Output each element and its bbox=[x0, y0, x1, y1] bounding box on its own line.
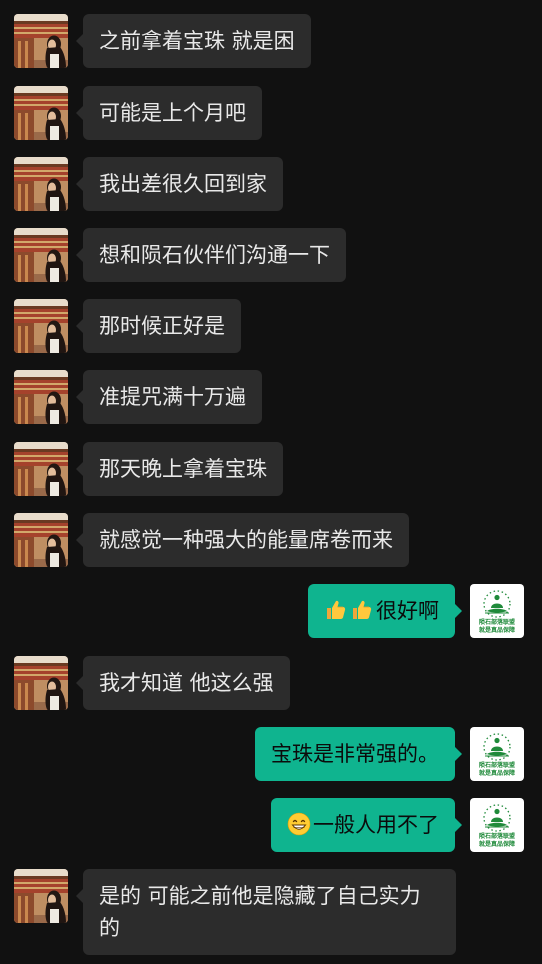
contact-avatar-photo-icon bbox=[14, 442, 68, 496]
message-row-incoming: 之前拿着宝珠 就是困 bbox=[0, 14, 542, 68]
self-avatar[interactable]: 陨石部落联盟 就是真品保障 bbox=[470, 727, 524, 781]
contact-avatar-photo-icon bbox=[14, 86, 68, 140]
contact-avatar[interactable] bbox=[14, 14, 68, 68]
message-bubble[interactable]: 那时候正好是 bbox=[76, 299, 241, 353]
message-row-incoming: 准提咒满十万遍 bbox=[0, 370, 542, 424]
thumbs-up-icon bbox=[350, 598, 374, 622]
message-row-incoming: 是的 可能之前他是隐藏了自己实力的 bbox=[0, 869, 542, 957]
message-bubble[interactable]: 可能是上个月吧 bbox=[76, 86, 262, 140]
contact-avatar[interactable] bbox=[14, 370, 68, 424]
message-text: 宝珠是非常强的。 bbox=[271, 742, 439, 766]
message-text: 一般人用不了 bbox=[313, 813, 439, 837]
message-text: 可能是上个月吧 bbox=[99, 101, 246, 125]
message-text: 之前拿着宝珠 就是困 bbox=[99, 29, 295, 53]
contact-avatar[interactable] bbox=[14, 869, 68, 923]
contact-avatar-photo-icon bbox=[14, 228, 68, 282]
grin-face-icon bbox=[287, 812, 311, 836]
contact-avatar-photo-icon bbox=[14, 370, 68, 424]
self-avatar[interactable]: 陨石部落联盟 就是真品保障 bbox=[470, 584, 524, 638]
message-row-outgoing: 陨石部落联盟 就是真品保障 很好啊 bbox=[0, 584, 542, 638]
message-bubble[interactable]: 很好啊 bbox=[308, 584, 462, 638]
contact-avatar[interactable] bbox=[14, 228, 68, 282]
message-bubble[interactable]: 之前拿着宝珠 就是困 bbox=[76, 14, 311, 68]
avatar-logo-text: 陨石部落联盟 就是真品保障 bbox=[478, 762, 515, 777]
message-row-outgoing: 陨石部落联盟 就是真品保障 宝珠是非常强的。 bbox=[0, 727, 542, 781]
message-row-incoming: 我出差很久回到家 bbox=[0, 157, 542, 211]
self-avatar[interactable]: 陨石部落联盟 就是真品保障 bbox=[470, 798, 524, 852]
message-row-incoming: 可能是上个月吧 bbox=[0, 86, 542, 140]
message-text: 很好啊 bbox=[376, 599, 439, 623]
message-bubble[interactable]: 是的 可能之前他是隐藏了自己实力的 bbox=[76, 869, 456, 955]
contact-avatar-photo-icon bbox=[14, 299, 68, 353]
contact-avatar[interactable] bbox=[14, 442, 68, 496]
message-text: 准提咒满十万遍 bbox=[99, 385, 246, 409]
message-row-incoming: 就感觉一种强大的能量席卷而来 bbox=[0, 513, 542, 567]
contact-avatar[interactable] bbox=[14, 656, 68, 710]
contact-avatar-photo-icon bbox=[14, 513, 68, 567]
contact-avatar-photo-icon bbox=[14, 869, 68, 923]
message-bubble[interactable]: 宝珠是非常强的。 bbox=[255, 727, 462, 781]
avatar-logo-text: 陨石部落联盟 就是真品保障 bbox=[478, 833, 515, 848]
message-bubble[interactable]: 准提咒满十万遍 bbox=[76, 370, 262, 424]
contact-avatar[interactable] bbox=[14, 299, 68, 353]
contact-avatar-photo-icon bbox=[14, 157, 68, 211]
message-bubble[interactable]: 我出差很久回到家 bbox=[76, 157, 283, 211]
message-text: 想和陨石伙伴们沟通一下 bbox=[99, 243, 330, 267]
message-row-incoming: 想和陨石伙伴们沟通一下 bbox=[0, 228, 542, 282]
contact-avatar-photo-icon bbox=[14, 656, 68, 710]
avatar-logo-text: 陨石部落联盟 就是真品保障 bbox=[478, 619, 515, 634]
message-bubble[interactable]: 我才知道 他这么强 bbox=[76, 656, 290, 710]
message-text: 就感觉一种强大的能量席卷而来 bbox=[99, 528, 393, 552]
message-text: 我才知道 他这么强 bbox=[99, 671, 274, 695]
message-bubble[interactable]: 想和陨石伙伴们沟通一下 bbox=[76, 228, 346, 282]
message-row-incoming: 那时候正好是 bbox=[0, 299, 542, 353]
contact-avatar[interactable] bbox=[14, 86, 68, 140]
message-row-outgoing: 陨石部落联盟 就是真品保障 一般人用不了 bbox=[0, 798, 542, 852]
thumbs-up-icon bbox=[324, 598, 348, 622]
message-row-incoming: 那天晚上拿着宝珠 bbox=[0, 442, 542, 496]
message-bubble[interactable]: 那天晚上拿着宝珠 bbox=[76, 442, 283, 496]
contact-avatar[interactable] bbox=[14, 157, 68, 211]
message-bubble[interactable]: 一般人用不了 bbox=[271, 798, 462, 852]
message-text: 是的 可能之前他是隐藏了自己实力的 bbox=[99, 884, 421, 940]
message-bubble[interactable]: 就感觉一种强大的能量席卷而来 bbox=[76, 513, 409, 567]
contact-avatar[interactable] bbox=[14, 513, 68, 567]
message-text: 那时候正好是 bbox=[99, 314, 225, 338]
message-text: 那天晚上拿着宝珠 bbox=[99, 457, 267, 481]
message-text: 我出差很久回到家 bbox=[99, 172, 267, 196]
message-row-incoming: 我才知道 他这么强 bbox=[0, 656, 542, 710]
contact-avatar-photo-icon bbox=[14, 14, 68, 68]
